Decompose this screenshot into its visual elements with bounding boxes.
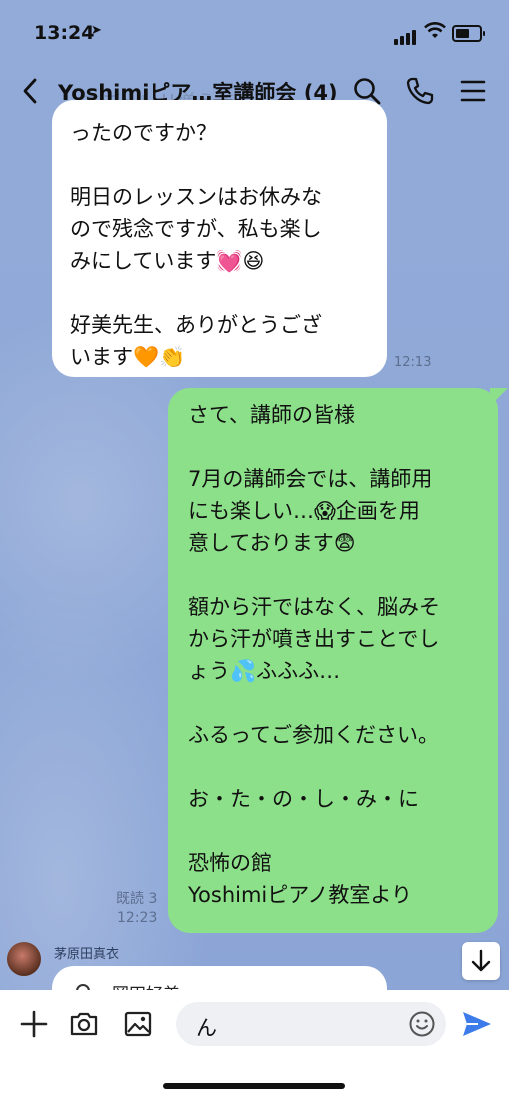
avatar[interactable]: [7, 942, 41, 976]
home-indicator: [163, 1083, 345, 1089]
message-input-value: ん: [196, 1016, 217, 1040]
incoming-message-time: 12:13: [394, 355, 432, 370]
scroll-down-icon: [471, 949, 491, 972]
image-icon[interactable]: [122, 1008, 154, 1040]
outgoing-message-bubble[interactable]: さて、講師の皆様 7月の講師会では、講師用 にも楽しい…😱企画を用 意しておりま…: [168, 388, 508, 933]
incoming-message-text: ったのですか？ 明日のレッスンはお休みな ので残念ですが、私も楽し みにしていま…: [70, 121, 322, 369]
incoming-message-bubble[interactable]: ったのですか？ 明日のレッスンはお休みな ので残念ですが、私も楽し みにしていま…: [52, 100, 387, 377]
status-bar: 13:24 ➤: [0, 0, 509, 60]
outgoing-message-text: さて、講師の皆様 7月の講師会では、講師用 にも楽しい…😱企画を用 意しておりま…: [188, 403, 440, 907]
outgoing-message-time: 12:23: [117, 910, 158, 926]
sender-name: 茅原田真衣: [54, 947, 120, 962]
scroll-down-button[interactable]: [462, 942, 500, 980]
signal-icon: [394, 26, 418, 45]
read-count: 既読 3: [116, 891, 158, 907]
status-time: 13:24: [34, 22, 95, 44]
read-receipt: 既読 3 12:23: [116, 890, 157, 928]
message-input-bar: ん: [0, 990, 509, 1100]
battery-icon: [452, 25, 485, 42]
back-icon[interactable]: [18, 76, 44, 106]
phone-icon[interactable]: [405, 76, 435, 106]
menu-icon[interactable]: [458, 76, 488, 106]
plus-icon[interactable]: [18, 1008, 50, 1040]
message-input[interactable]: ん: [176, 1002, 446, 1046]
wifi-icon: [424, 22, 446, 44]
location-icon: ➤: [91, 23, 102, 38]
send-icon[interactable]: [460, 1007, 494, 1041]
emoji-icon[interactable]: [408, 1010, 436, 1038]
camera-icon[interactable]: [68, 1008, 100, 1040]
